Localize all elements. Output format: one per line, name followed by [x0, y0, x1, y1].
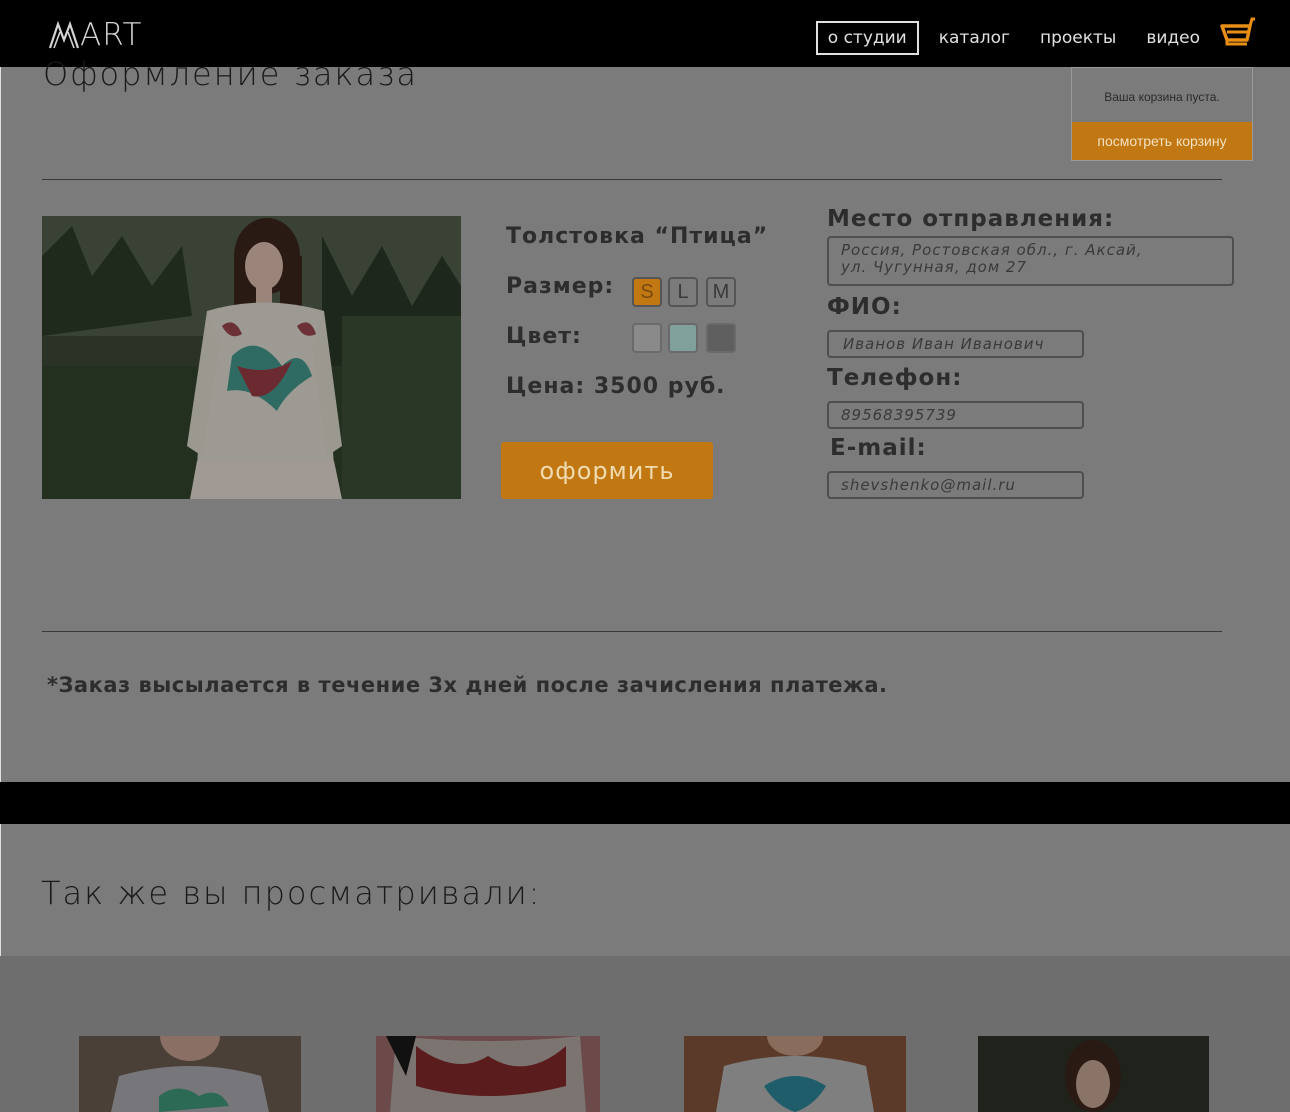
- page-title: Оформление заказа: [43, 55, 418, 93]
- product-price: Цена: 3500 руб.: [506, 374, 726, 399]
- thumbnail-image: [79, 1036, 301, 1112]
- size-option-m[interactable]: M: [706, 277, 736, 307]
- cart-popup: Ваша корзина пуста. посмотреть корзину: [1071, 67, 1253, 161]
- logo-text: ART: [80, 17, 143, 53]
- viewed-product-thumbnail[interactable]: [978, 1036, 1209, 1112]
- viewed-product-thumbnail[interactable]: [79, 1036, 301, 1112]
- color-label: Цвет:: [506, 324, 582, 349]
- color-swatch-gray[interactable]: [706, 323, 736, 353]
- nav-item-projects[interactable]: проекты: [1030, 22, 1126, 54]
- divider: [42, 631, 1222, 632]
- section-separator: [0, 782, 1290, 824]
- product-name: Толстовка “Птица”: [506, 224, 769, 249]
- logo[interactable]: ART: [48, 18, 142, 52]
- viewed-gallery: [0, 956, 1290, 1112]
- nav-item-video[interactable]: видео: [1136, 22, 1210, 54]
- viewed-product-thumbnail[interactable]: [376, 1036, 600, 1112]
- thumbnail-image: [684, 1036, 906, 1112]
- address-label: Место отправления:: [827, 206, 1115, 232]
- nav-item-catalog[interactable]: каталог: [929, 22, 1020, 54]
- shopping-cart-icon[interactable]: [1220, 16, 1256, 52]
- phone-label: Телефон:: [827, 365, 963, 391]
- nav-item-studio[interactable]: о студии: [815, 21, 919, 55]
- color-swatch-mint[interactable]: [668, 323, 698, 353]
- thumbnail-image: [978, 1036, 1209, 1112]
- viewed-section: Так же вы просматривали:: [0, 824, 1290, 956]
- product-photo-image: [42, 216, 461, 499]
- address-field[interactable]: Россия, Ростовская обл., г. Аксай, ул. Ч…: [827, 236, 1234, 286]
- view-cart-button[interactable]: посмотреть корзину: [1072, 122, 1252, 160]
- size-label: Размер:: [506, 274, 615, 299]
- submit-order-button[interactable]: оформить: [501, 442, 713, 499]
- shipping-note: *Заказ высылается в течение 3х дней посл…: [47, 673, 888, 697]
- main-nav: о студии каталог проекты видео: [806, 21, 1210, 55]
- viewed-title: Так же вы просматривали:: [41, 874, 542, 912]
- size-option-l[interactable]: L: [668, 277, 698, 307]
- size-option-s[interactable]: S: [632, 277, 662, 307]
- logo-mark-icon: [48, 20, 80, 49]
- color-swatch-white[interactable]: [632, 323, 662, 353]
- email-label: E-mail:: [830, 435, 927, 461]
- name-field[interactable]: Иванов Иван Иванович: [827, 330, 1084, 358]
- page: ART о студии каталог проекты видео Оформ…: [0, 0, 1290, 1112]
- name-label: ФИО:: [827, 294, 902, 320]
- cart-empty-text: Ваша корзина пуста.: [1104, 90, 1220, 104]
- thumbnail-image: [376, 1036, 600, 1112]
- product-photo: [42, 216, 461, 499]
- viewed-product-thumbnail[interactable]: [684, 1036, 906, 1112]
- divider: [42, 179, 1222, 180]
- email-field[interactable]: shevshenko@mail.ru: [827, 471, 1084, 499]
- phone-field[interactable]: 89568395739: [827, 401, 1084, 429]
